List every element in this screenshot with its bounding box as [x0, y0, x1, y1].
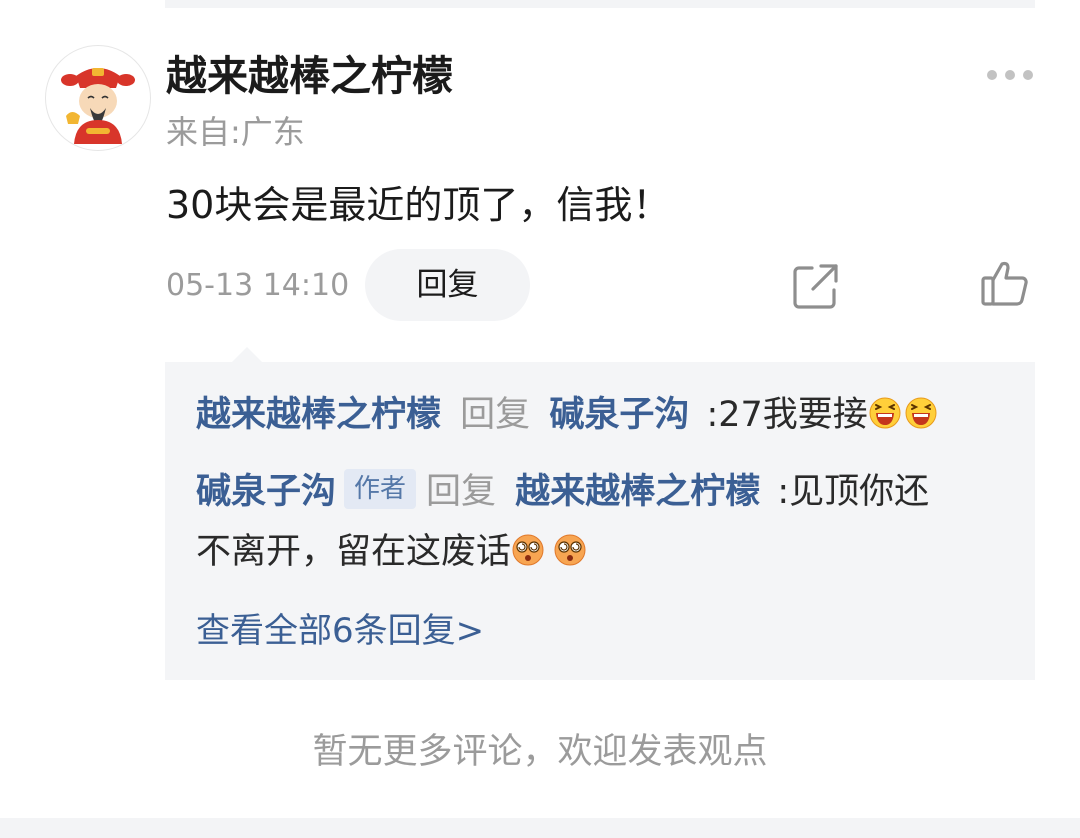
reply-to-user[interactable]: 碱泉子沟 [549, 395, 689, 435]
reply-text: :27我要接 [706, 395, 868, 435]
share-icon [793, 264, 838, 309]
reply-text-continued: 不离开，留在这废话 [196, 532, 512, 572]
dizzy-emoji-icon [554, 534, 586, 566]
reply-item[interactable]: 碱泉子沟 作者 回复 越来越棒之柠檬 :见顶你还 [196, 462, 929, 522]
comment-location: 来自:广东 [166, 113, 305, 151]
reply-from-user[interactable]: 碱泉子沟 [196, 472, 336, 512]
author-badge: 作者 [344, 469, 417, 509]
dizzy-emoji-icon [512, 534, 544, 566]
fortune-god-avatar-icon [61, 68, 135, 144]
top-divider-strip [165, 0, 1035, 8]
thumbs-up-icon [981, 261, 1028, 306]
more-options-button[interactable] [982, 60, 1038, 90]
reply-box-notch [231, 347, 263, 363]
comment-body: 30块会是最近的顶了，信我！ [166, 183, 671, 227]
reply-verb: 回复 [460, 395, 531, 435]
reply-from-user[interactable]: 越来越棒之柠檬 [196, 395, 441, 435]
reply-to-user[interactable]: 越来越棒之柠檬 [515, 472, 760, 512]
reply-item[interactable]: 越来越棒之柠檬 回复 碱泉子沟 :27我要接 [196, 385, 938, 445]
reply-item-continuation[interactable]: 不离开，留在这废话 [196, 522, 587, 582]
bottom-divider-strip [0, 818, 1080, 838]
comment-timestamp: 05-13 14:10 [166, 268, 350, 303]
comment-username[interactable]: 越来越棒之柠檬 [166, 50, 453, 102]
more-dots-icon [987, 70, 1033, 80]
reply-button[interactable]: 回复 [365, 249, 530, 321]
view-all-replies-link[interactable]: 查看全部6条回复> [196, 605, 484, 657]
reply-verb: 回复 [426, 472, 497, 512]
like-button[interactable] [978, 258, 1032, 310]
laughing-emoji-icon [869, 397, 901, 429]
laughing-emoji-icon [905, 397, 937, 429]
no-more-comments-text: 暂无更多评论，欢迎发表观点 [312, 732, 768, 772]
reply-text: :见顶你还 [777, 472, 930, 512]
user-avatar[interactable] [45, 45, 151, 151]
share-button[interactable] [790, 260, 842, 312]
